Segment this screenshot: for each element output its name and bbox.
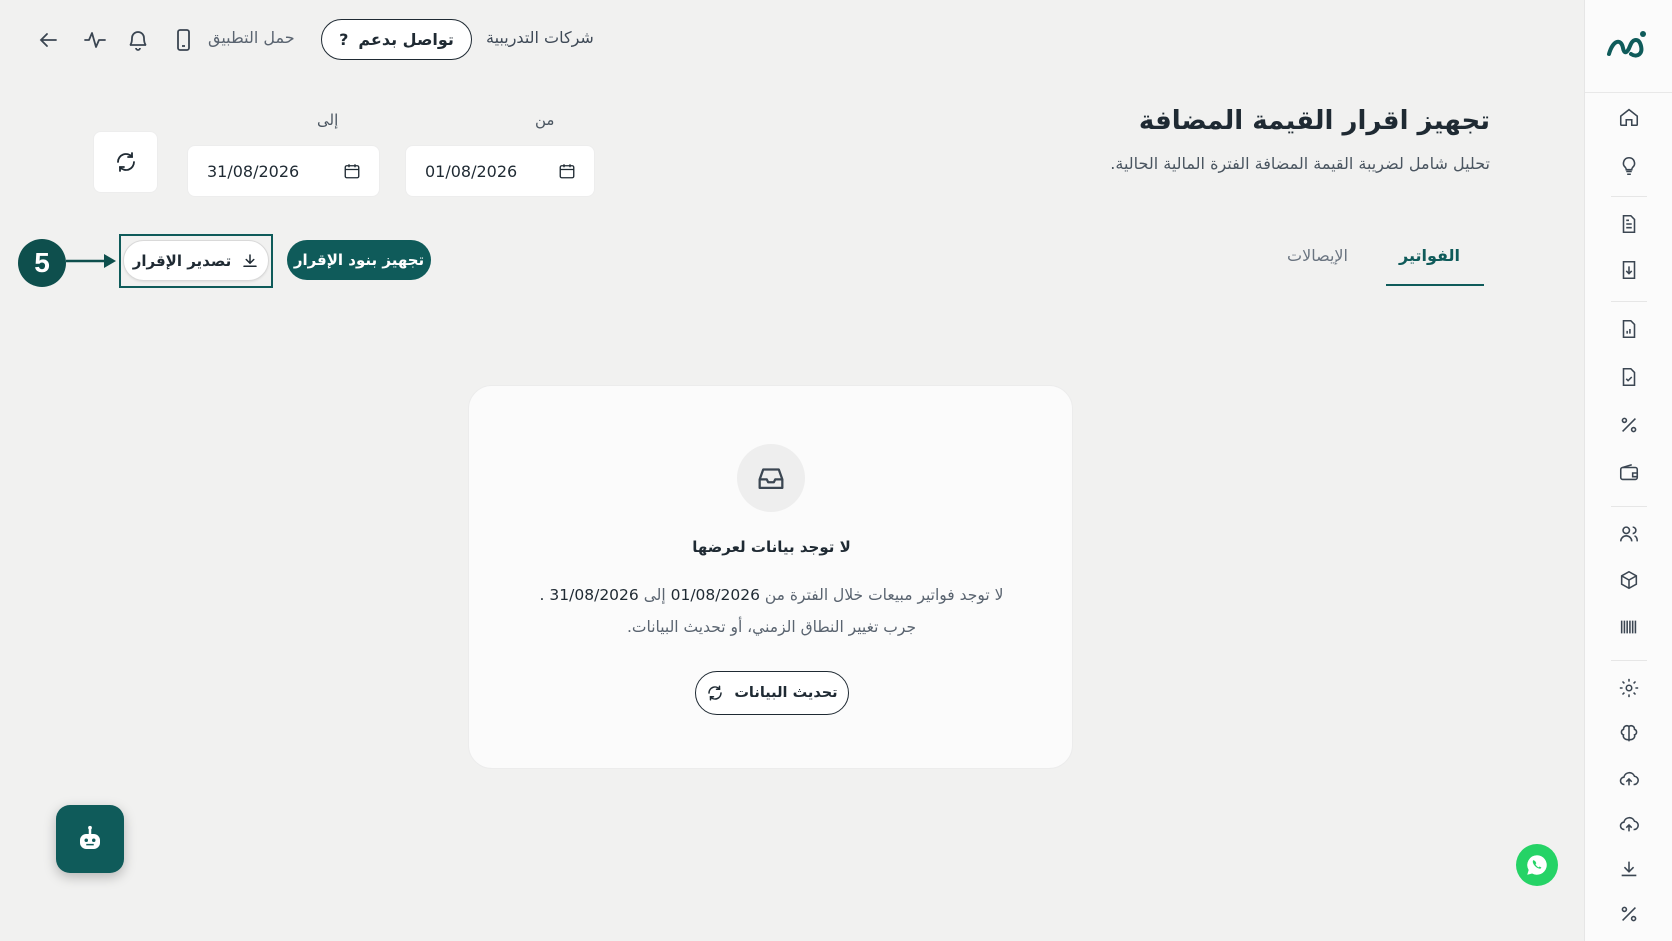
export-return-button[interactable]: تصدير الإقرار xyxy=(123,240,269,281)
brain-icon[interactable] xyxy=(1615,720,1643,748)
calendar-icon xyxy=(558,162,576,180)
phone-icon[interactable] xyxy=(169,26,197,54)
support-button-label: تواصل بدعم xyxy=(358,30,454,49)
tab-invoices[interactable]: الفواتير xyxy=(1399,246,1460,265)
users-icon[interactable] xyxy=(1615,520,1643,548)
empty-message-period: . xyxy=(539,586,545,604)
empty-message-to-date: 31/08/2026 xyxy=(549,586,639,604)
help-icon: ? xyxy=(339,30,349,49)
tab-receipts[interactable]: الإيصالات xyxy=(1287,246,1348,265)
box-icon[interactable] xyxy=(1615,566,1643,594)
wallet-icon[interactable] xyxy=(1615,459,1643,487)
empty-message-from-date: 01/08/2026 xyxy=(670,586,760,604)
training-companies-link[interactable]: شركات التدريبية xyxy=(486,28,594,47)
sidebar xyxy=(1584,0,1672,941)
whatsapp-icon xyxy=(1524,852,1550,878)
home-icon[interactable] xyxy=(1615,103,1643,131)
cloud-sync-icon[interactable] xyxy=(1615,810,1643,838)
to-date-value: 31/08/2026 xyxy=(207,161,300,181)
contact-support-button[interactable]: تواصل بدعم ? xyxy=(321,19,472,60)
inbox-icon xyxy=(737,444,805,512)
chatbot-button[interactable] xyxy=(56,805,124,873)
download-app-link[interactable]: حمل التطبيق xyxy=(208,28,295,47)
empty-state-title: لا توجد بيانات لعرضها xyxy=(692,538,851,556)
empty-message-prefix: لا توجد فواتير مبيعات خلال الفترة من xyxy=(764,586,1004,604)
back-arrow-icon[interactable] xyxy=(34,26,62,54)
document-import-icon[interactable] xyxy=(1615,256,1643,284)
app-logo[interactable] xyxy=(1603,26,1651,66)
document-icon[interactable] xyxy=(1615,210,1643,238)
download-icon xyxy=(241,252,259,270)
empty-state-message: لا توجد فواتير مبيعات خلال الفترة من 01/… xyxy=(469,586,1074,604)
sidebar-separator xyxy=(1611,301,1647,302)
sidebar-separator xyxy=(1611,506,1647,507)
prepare-button-label: تجهيز بنود الإقرار xyxy=(293,251,425,269)
percent-icon[interactable] xyxy=(1615,900,1643,928)
robot-icon xyxy=(75,824,105,854)
cloud-upload-icon[interactable] xyxy=(1615,765,1643,793)
from-date-label: من xyxy=(535,111,555,129)
download-icon[interactable] xyxy=(1615,855,1643,883)
to-date-field[interactable]: 31/08/2026 xyxy=(187,145,380,197)
step-number-badge: 5 xyxy=(18,239,66,287)
gear-icon[interactable] xyxy=(1615,674,1643,702)
whatsapp-button[interactable] xyxy=(1516,844,1558,886)
refresh-button-label: تحديث البيانات xyxy=(734,685,838,701)
from-date-value: 01/08/2026 xyxy=(425,161,518,181)
page-subtitle: تحليل شامل لضريبة القيمة المضافة الفترة … xyxy=(1110,154,1490,173)
refresh-icon xyxy=(114,150,138,174)
sidebar-separator xyxy=(1611,196,1647,197)
sidebar-divider xyxy=(1585,92,1672,93)
report-icon[interactable] xyxy=(1615,315,1643,343)
active-tab-indicator xyxy=(1386,284,1484,286)
from-date-field[interactable]: 01/08/2026 xyxy=(405,145,595,197)
percent-icon[interactable] xyxy=(1615,411,1643,439)
bell-icon[interactable] xyxy=(124,26,152,54)
activity-icon[interactable] xyxy=(81,26,109,54)
refresh-filter-button[interactable] xyxy=(93,131,158,193)
barcode-icon[interactable] xyxy=(1615,613,1643,641)
export-button-label: تصدير الإقرار xyxy=(132,251,232,270)
page-title: تجهيز اقرار القيمة المضافة xyxy=(1138,106,1490,136)
calendar-icon xyxy=(343,162,361,180)
arrow-right-icon xyxy=(66,254,116,268)
empty-state-hint: جرب تغيير النطاق الزمني، أو تحديث البيان… xyxy=(626,618,917,636)
to-date-label: إلى xyxy=(317,111,339,129)
lightbulb-icon[interactable] xyxy=(1615,152,1643,180)
sidebar-separator xyxy=(1611,660,1647,661)
refresh-icon xyxy=(706,684,724,702)
empty-message-to-word: إلى xyxy=(643,586,666,604)
topbar: حمل التطبيق تواصل بدعم ? شركات التدريبية xyxy=(0,18,1584,62)
document-check-icon[interactable] xyxy=(1615,363,1643,391)
refresh-data-button[interactable]: تحديث البيانات xyxy=(695,671,849,715)
empty-state-card: لا توجد بيانات لعرضها لا توجد فواتير مبي… xyxy=(468,385,1073,769)
prepare-return-items-button[interactable]: تجهيز بنود الإقرار xyxy=(287,240,431,280)
